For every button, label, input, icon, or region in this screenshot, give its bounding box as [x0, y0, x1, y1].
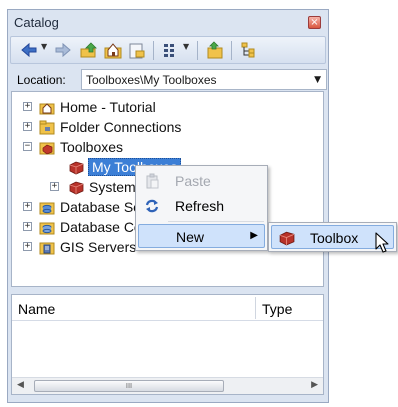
tree-item-label: GIS Servers — [60, 239, 137, 255]
chevron-down-icon[interactable]: ▼ — [314, 75, 321, 85]
horizontal-scrollbar[interactable]: ◀ III ▶ — [12, 377, 323, 394]
gis-servers-icon — [39, 239, 55, 255]
folder-connections-icon — [39, 119, 55, 135]
back-icon[interactable] — [19, 40, 39, 60]
location-value: Toolboxes\My Toolboxes — [86, 73, 217, 87]
menu-item-label: Refresh — [175, 198, 225, 214]
expand-icon[interactable]: + — [23, 202, 32, 211]
context-menu: Paste Refresh New ▶ — [135, 165, 268, 251]
scrollbar-thumb[interactable]: III — [34, 380, 224, 392]
location-dropdown[interactable]: Toolboxes\My Toolboxes ▼ — [81, 69, 327, 90]
menu-item-refresh[interactable]: Refresh — [138, 194, 265, 218]
toolbox-icon — [278, 229, 295, 246]
database-connections-icon — [39, 219, 55, 235]
toolboxes-folder-icon — [39, 139, 55, 155]
refresh-icon — [144, 198, 160, 214]
menu-item-paste[interactable]: Paste — [138, 169, 265, 193]
connect-folder-icon[interactable] — [127, 40, 147, 60]
menu-divider — [168, 221, 264, 222]
toolbar-divider — [197, 41, 198, 60]
tree-item-label: Home - Tutorial — [60, 99, 156, 115]
collapse-icon[interactable]: − — [23, 142, 32, 151]
scroll-left-icon[interactable]: ◀ — [17, 380, 24, 390]
tree-icon[interactable] — [239, 40, 259, 60]
menu-item-label: New — [176, 229, 205, 245]
contents-dropdown-icon[interactable]: ▼ — [183, 42, 189, 51]
location-label: Location: — [17, 73, 66, 87]
contents-grid: Name Type ◀ III ▶ — [11, 294, 324, 395]
home-folder-icon — [39, 99, 55, 115]
grid-header: Name Type — [12, 295, 323, 321]
expand-icon[interactable]: + — [23, 242, 32, 251]
expand-icon[interactable]: + — [50, 182, 59, 191]
column-header-type[interactable]: Type — [262, 301, 292, 317]
column-header-name[interactable]: Name — [18, 301, 55, 317]
mouse-cursor-icon — [375, 232, 391, 254]
back-dropdown-icon[interactable]: ▼ — [41, 42, 47, 51]
add-geodatabase-icon[interactable] — [205, 40, 225, 60]
expand-icon[interactable]: + — [23, 222, 32, 231]
submenu-arrow-icon: ▶ — [250, 230, 258, 241]
expand-icon[interactable]: + — [23, 122, 32, 131]
toggle-contents-icon[interactable] — [161, 40, 181, 60]
toolbar-divider — [231, 41, 232, 60]
tree-item-label: Toolboxes — [60, 139, 124, 155]
forward-icon[interactable] — [53, 40, 73, 60]
location-bar: Location: Toolboxes\My Toolboxes ▼ — [11, 69, 327, 91]
menu-item-label: Toolbox — [310, 230, 359, 246]
toolbox-folder-icon — [68, 159, 84, 175]
up-one-level-icon[interactable] — [79, 40, 99, 60]
toolbox-folder-icon — [68, 179, 84, 195]
catalog-toolbar: ▼ ▼ — [10, 36, 326, 64]
column-divider[interactable] — [255, 297, 256, 319]
database-servers-icon — [39, 199, 55, 215]
paste-icon — [144, 173, 160, 189]
window-title: Catalog — [14, 15, 59, 30]
scroll-right-icon[interactable]: ▶ — [311, 380, 318, 390]
home-folder-icon[interactable] — [103, 40, 123, 60]
close-button[interactable]: × — [308, 16, 321, 29]
expand-icon[interactable]: + — [23, 102, 32, 111]
menu-item-new[interactable]: New ▶ — [138, 224, 265, 248]
tree-item-label: Folder Connections — [60, 119, 182, 135]
menu-item-label: Paste — [175, 173, 211, 189]
toolbar-divider — [153, 41, 154, 60]
